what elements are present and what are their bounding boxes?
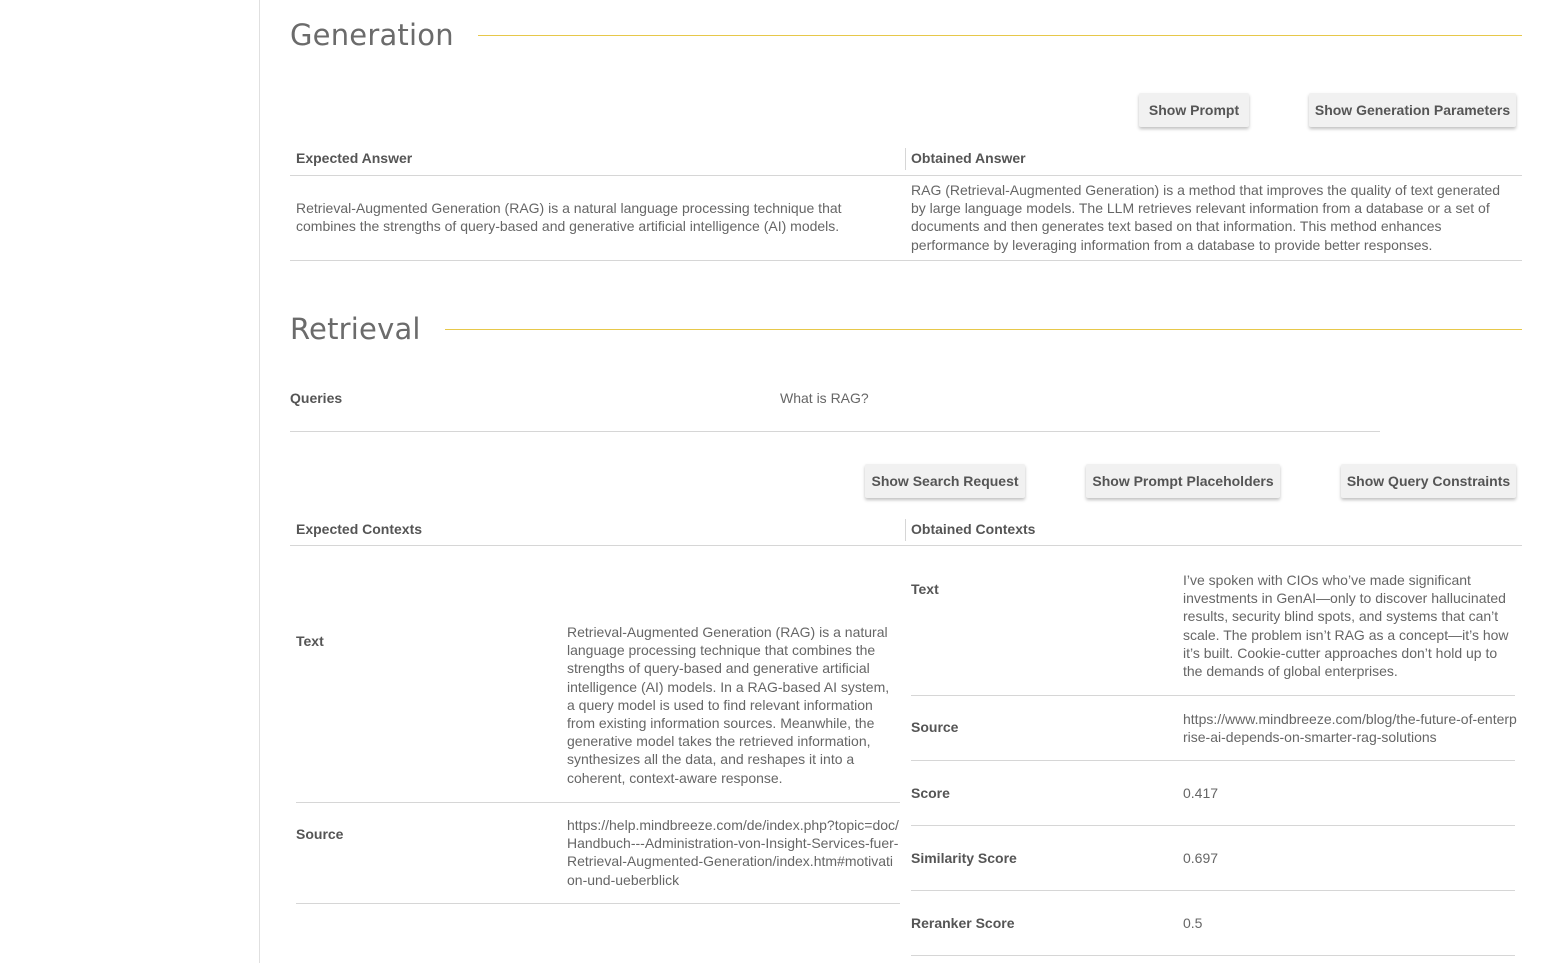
- answer-column-divider: [905, 148, 906, 170]
- retrieval-divider: [444, 328, 1522, 330]
- retrieval-title: Retrieval: [290, 312, 421, 346]
- obtained-answer-header: Obtained Answer: [911, 150, 1026, 166]
- show-prompt-placeholders-button[interactable]: Show Prompt Placeholders: [1086, 464, 1280, 498]
- show-search-request-button[interactable]: Show Search Request: [865, 464, 1025, 498]
- expected-text-rule: [296, 802, 900, 803]
- reranker-score-rule: [911, 955, 1515, 956]
- expected-source-link[interactable]: https://help.mindbreeze.com/de/index.php…: [567, 816, 900, 889]
- obtained-context-text: I’ve spoken with CIOs who’ve made signif…: [1183, 572, 1509, 680]
- contexts-header-rule: [290, 545, 1522, 546]
- answer-header-rule: [290, 175, 1522, 176]
- reranker-score-label: Reranker Score: [911, 915, 1015, 931]
- obtained-answer-text: RAG (Retrieval-Augmented Generation) is …: [911, 182, 1501, 253]
- obtained-text-label: Text: [911, 581, 939, 597]
- expected-answer-text: Retrieval-Augmented Generation (RAG) is …: [296, 200, 842, 235]
- score-rule: [911, 825, 1515, 826]
- obtained-contexts-header: Obtained Contexts: [911, 521, 1036, 537]
- show-generation-parameters-button[interactable]: Show Generation Parameters: [1309, 93, 1516, 127]
- generation-header: Generation: [290, 18, 1522, 52]
- show-query-constraints-button[interactable]: Show Query Constraints: [1341, 464, 1516, 498]
- query-value: What is RAG?: [780, 390, 869, 406]
- sidebar: [0, 0, 260, 963]
- reranker-score-value: 0.5: [1183, 915, 1203, 931]
- expected-context-text: Retrieval-Augmented Generation (RAG) is …: [567, 624, 890, 786]
- similarity-score-rule: [911, 890, 1515, 891]
- retrieval-header: Retrieval: [290, 312, 1522, 346]
- obtained-source-link[interactable]: https://www.mindbreeze.com/blog/the-futu…: [1183, 710, 1517, 746]
- similarity-score-label: Similarity Score: [911, 850, 1017, 866]
- generation-divider: [477, 34, 1522, 36]
- queries-rule: [290, 431, 1380, 432]
- show-prompt-button[interactable]: Show Prompt: [1139, 93, 1249, 127]
- similarity-score-value: 0.697: [1183, 850, 1219, 866]
- queries-label: Queries: [290, 390, 343, 406]
- obtained-source-rule: [911, 760, 1515, 761]
- expected-source-label: Source: [296, 826, 344, 842]
- expected-text-label: Text: [296, 633, 324, 649]
- main-content: Generation Show Prompt Show Generation P…: [290, 0, 1522, 963]
- generation-title: Generation: [290, 18, 454, 52]
- answer-bottom-rule: [290, 260, 1522, 261]
- obtained-source-label: Source: [911, 719, 959, 735]
- expected-contexts-header: Expected Contexts: [296, 521, 423, 537]
- score-value: 0.417: [1183, 785, 1219, 801]
- expected-answer-header: Expected Answer: [296, 150, 413, 166]
- expected-source-rule: [296, 903, 900, 904]
- score-label: Score: [911, 785, 950, 801]
- obtained-text-rule: [911, 695, 1515, 696]
- contexts-column-divider: [905, 519, 906, 541]
